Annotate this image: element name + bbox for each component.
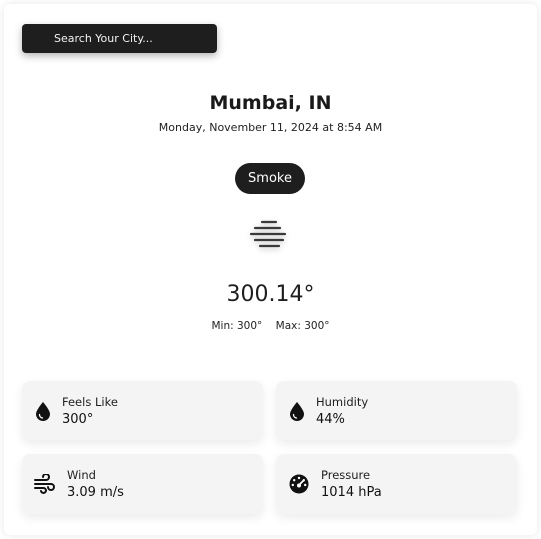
min-temperature: Min: 300°: [211, 320, 263, 332]
pressure-tile: Pressure 1014 hPa: [276, 454, 517, 514]
city-name: Mumbai, IN: [209, 92, 332, 114]
wind-label: Wind: [67, 468, 96, 482]
wind-value: 3.09 m/s: [67, 485, 124, 500]
pressure-value: 1014 hPa: [321, 485, 382, 500]
humidity-tile: Humidity 44%: [276, 381, 517, 440]
gauge-icon: [288, 473, 310, 495]
wind-tile: Wind 3.09 m/s: [22, 454, 263, 514]
pressure-label: Pressure: [321, 468, 371, 482]
feels-like-value: 300°: [62, 412, 94, 427]
condition-badge: Smoke: [235, 163, 305, 194]
droplet-icon: [288, 400, 306, 422]
wind-icon: [33, 473, 55, 495]
droplet-icon: [34, 400, 52, 422]
feels-like-label: Feels Like: [62, 395, 118, 409]
feels-like-tile: Feels Like 300°: [22, 381, 263, 440]
max-temperature: Max: 300°: [275, 320, 330, 332]
humidity-label: Humidity: [316, 395, 369, 409]
min-max-temperature: Min: 300° Max: 300°: [0, 320, 541, 332]
smoke-haze-icon: [245, 216, 295, 254]
humidity-value: 44%: [316, 412, 345, 427]
date-time: Monday, November 11, 2024 at 8:54 AM: [158, 121, 383, 134]
search-box[interactable]: [22, 24, 217, 53]
city-search-input[interactable]: [22, 24, 217, 53]
current-temperature: 300.14°: [226, 282, 315, 307]
